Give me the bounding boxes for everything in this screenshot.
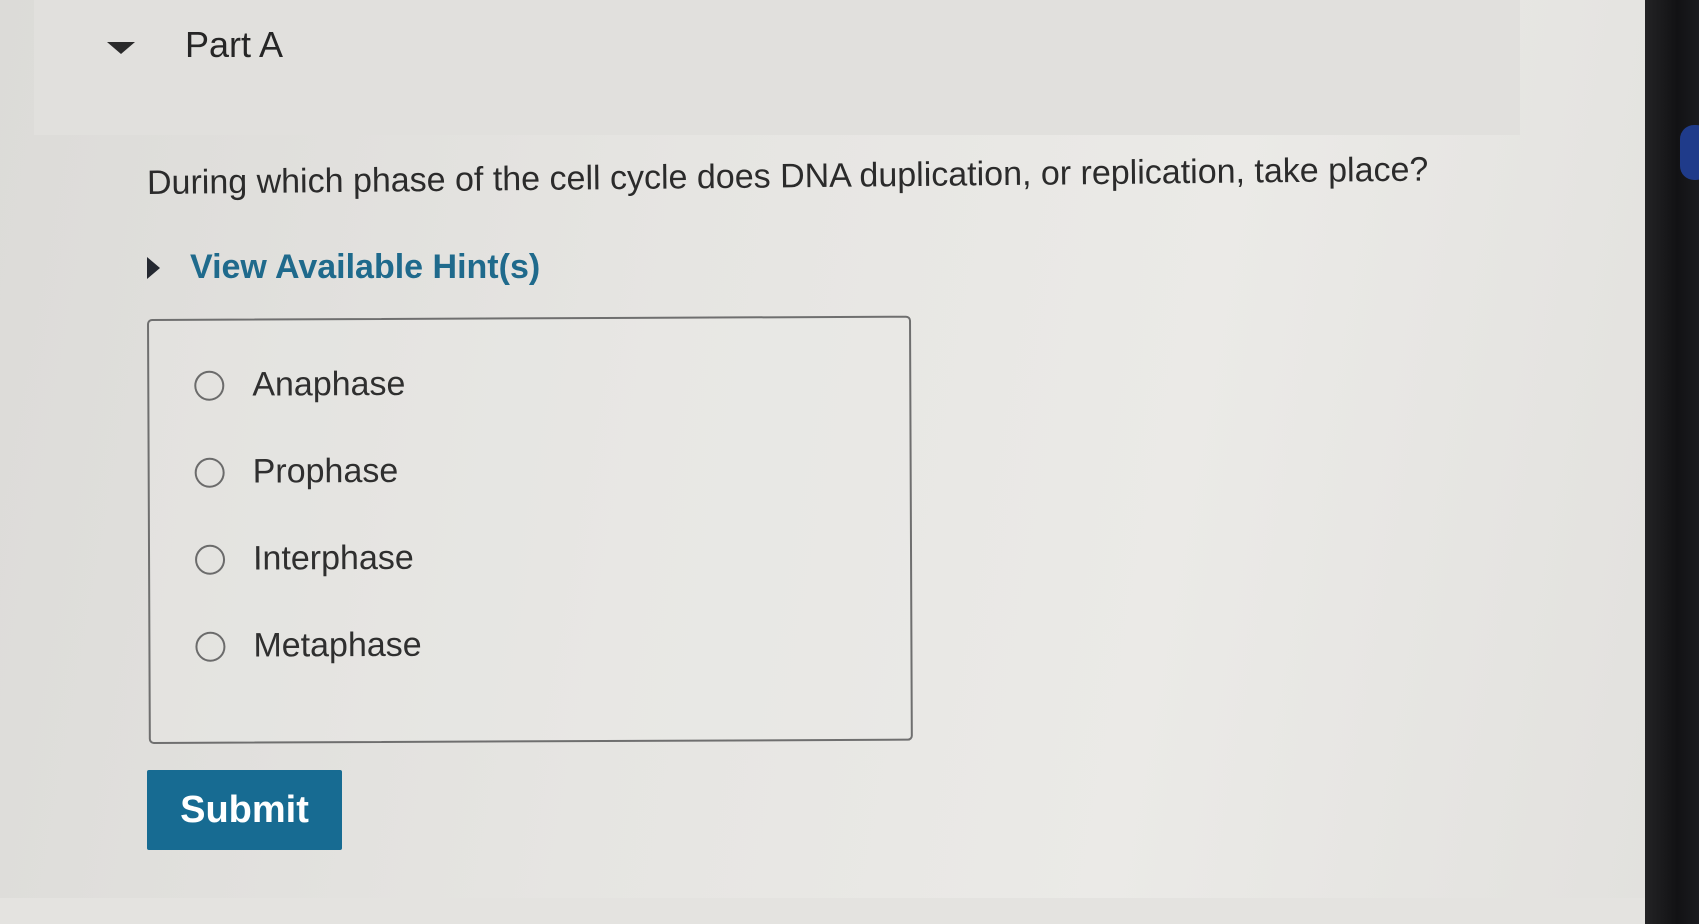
- choice-label: Metaphase: [253, 625, 422, 665]
- screen: Part A During which phase of the cell cy…: [0, 0, 1645, 924]
- choice-label: Prophase: [252, 451, 399, 491]
- collapse-arrow-icon[interactable]: [107, 42, 135, 54]
- choice-metaphase[interactable]: Metaphase: [195, 625, 422, 666]
- view-hints-label: View Available Hint(s): [190, 248, 541, 286]
- radio-button[interactable]: [194, 544, 226, 575]
- submit-button[interactable]: Submit: [147, 770, 342, 850]
- bottom-divider: [0, 898, 1645, 924]
- bezel-light: [1680, 125, 1699, 180]
- answer-choices: Anaphase Prophase Interphase Metaphase: [147, 315, 913, 744]
- choice-label: Anaphase: [252, 364, 406, 404]
- caret-right-icon: [147, 256, 160, 279]
- radio-button[interactable]: [195, 631, 226, 662]
- radio-button[interactable]: [194, 457, 225, 488]
- view-hints-toggle[interactable]: View Available Hint(s): [147, 248, 540, 287]
- choice-prophase[interactable]: Prophase: [194, 451, 399, 492]
- choice-anaphase[interactable]: Anaphase: [194, 364, 406, 405]
- question-text: During which phase of the cell cycle doe…: [146, 150, 1429, 202]
- part-title: Part A: [185, 24, 284, 65]
- choice-interphase[interactable]: Interphase: [194, 538, 414, 579]
- radio-button[interactable]: [194, 370, 225, 401]
- part-header[interactable]: Part A: [34, 0, 1520, 135]
- choice-label: Interphase: [252, 538, 414, 578]
